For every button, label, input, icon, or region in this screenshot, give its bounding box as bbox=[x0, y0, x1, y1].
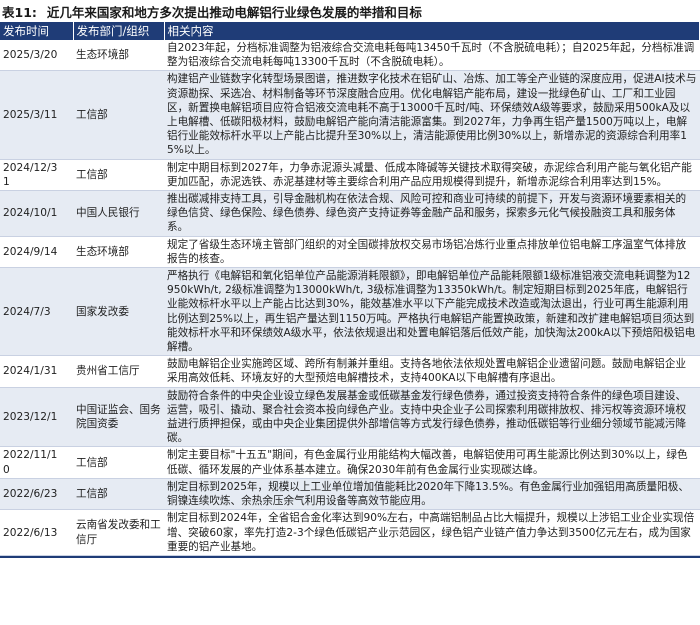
cell-date: 2024/7/3 bbox=[0, 267, 73, 357]
cell-date: 2023/12/1 bbox=[0, 387, 73, 448]
header-content: 相关内容 bbox=[164, 22, 700, 40]
table-row: 2025/3/20 生态环境部 自2023年起，分档标准调整为铝液综合交流电耗每吨1… bbox=[0, 40, 700, 72]
header-dept: 发布部门/组织 bbox=[73, 22, 165, 40]
cell-date: 2024/10/1 bbox=[0, 190, 73, 237]
cell-dept: 工信部 bbox=[73, 478, 164, 511]
cell-content: 自2023年起，分档标准调整为铝液综合交流电耗每吨13450千瓦时（不含脱硫电耗… bbox=[164, 40, 700, 72]
cell-dept: 中国人民银行 bbox=[73, 190, 164, 237]
bottom-rule bbox=[0, 555, 700, 558]
cell-content: 规定了省级生态环境主管部门组织的对全国碳排放权交易市场铝冶炼行业重点排放单位铝电… bbox=[164, 236, 700, 269]
caption-number: 表11: bbox=[2, 4, 37, 20]
cell-date: 2024/9/14 bbox=[0, 236, 73, 269]
cell-content: 鼓励电解铝企业实施跨区域、跨所有制兼并重组。支持各地依法依规处置电解铝企业遗留问… bbox=[164, 355, 700, 388]
policy-table: 发布时间 发布部门/组织 相关内容 2025/3/20 生态环境部 自2023年起，… bbox=[0, 22, 700, 556]
cell-date: 2025/3/20 bbox=[0, 40, 73, 72]
header-date: 发布时间 bbox=[0, 22, 74, 40]
cell-content: 严格执行《电解铝和氧化铝单位产品能源消耗限额》，即电解铝单位产品能耗限额1级标准… bbox=[164, 267, 700, 357]
cell-dept: 国家发改委 bbox=[73, 267, 164, 357]
cell-dept: 工信部 bbox=[73, 446, 164, 479]
cell-content: 构建铝产业链数字化转型场景图谱，推进数字化技术在铝矿山、冶炼、加工等全产业链的深… bbox=[164, 70, 700, 160]
header-row: 发布时间 发布部门/组织 相关内容 bbox=[0, 22, 700, 40]
cell-dept: 贵州省工信厅 bbox=[73, 355, 164, 388]
table-row: 2025/3/11 工信部 构建铝产业链数字化转型场景图谱，推进数字化技术在铝矿山、… bbox=[0, 70, 700, 160]
cell-date: 2024/12/3 1 bbox=[0, 159, 73, 192]
table-body: 2025/3/20 生态环境部 自2023年起，分档标准调整为铝液综合交流电耗每吨1… bbox=[0, 40, 700, 556]
cell-dept: 生态环境部 bbox=[73, 40, 164, 72]
cell-dept: 云南省发改委和工信厅 bbox=[73, 509, 164, 556]
cell-date: 2024/1/31 bbox=[0, 355, 73, 388]
table-row: 2022/11/1 0 工信部 制定主要目标"十五五"期间，有色金属行业用能结构大幅… bbox=[0, 446, 700, 479]
cell-dept: 工信部 bbox=[73, 159, 164, 192]
cell-content: 制定主要目标"十五五"期间，有色金属行业用能结构大幅改善，电解铝使用可再生能源比… bbox=[164, 446, 700, 479]
table-row: 2023/12/1 中国证监会、国务院国资委 鼓励符合条件的中央企业设立绿色发展基金… bbox=[0, 387, 700, 448]
table-row: 2024/1/31 贵州省工信厅 鼓励电解铝企业实施跨区域、跨所有制兼并重组。支持各… bbox=[0, 355, 700, 388]
cell-content: 推出碳减排支持工具，引导金融机构在依法合规、风险可控和商业可持续的前提下，开发与… bbox=[164, 190, 700, 237]
table-caption: 表11: 近几年来国家和地方多次提出推动电解铝行业绿色发展的举措和目标 bbox=[0, 0, 700, 22]
cell-content: 制定目标到2024年，全省铝合金化率达到90%左右，中高端铝制品占比大幅提升，规… bbox=[164, 509, 700, 556]
cell-dept: 生态环境部 bbox=[73, 236, 164, 269]
cell-dept: 中国证监会、国务院国资委 bbox=[73, 387, 164, 448]
table-row: 2024/7/3 国家发改委 严格执行《电解铝和氧化铝单位产品能源消耗限额》，即电解… bbox=[0, 267, 700, 357]
cell-content: 鼓励符合条件的中央企业设立绿色发展基金或低碳基金发行绿色债券，通过投资支持符合条… bbox=[164, 387, 700, 448]
cell-content: 制定目标到2025年，规模以上工业单位增加值能耗比2020年下降13.5%。有色… bbox=[164, 478, 700, 511]
cell-date: 2022/6/13 bbox=[0, 509, 73, 556]
cell-date: 2022/11/1 0 bbox=[0, 446, 73, 479]
cell-dept: 工信部 bbox=[73, 70, 164, 160]
table-row: 2024/12/3 1 工信部 制定中期目标到2027年，力争赤泥源头减量、低成本降… bbox=[0, 159, 700, 192]
caption-text: 近几年来国家和地方多次提出推动电解铝行业绿色发展的举措和目标 bbox=[46, 4, 422, 20]
cell-date: 2022/6/23 bbox=[0, 478, 73, 511]
cell-date: 2025/3/11 bbox=[0, 70, 73, 160]
table-row: 2024/9/14 生态环境部 规定了省级生态环境主管部门组织的对全国碳排放权交易市… bbox=[0, 236, 700, 269]
table-row: 2022/6/13 云南省发改委和工信厅 制定目标到2024年，全省铝合金化率达到9… bbox=[0, 509, 700, 556]
table-row: 2022/6/23 工信部 制定目标到2025年，规模以上工业单位增加值能耗比202… bbox=[0, 478, 700, 511]
table-row: 2024/10/1 中国人民银行 推出碳减排支持工具，引导金融机构在依法合规、风险可… bbox=[0, 190, 700, 237]
cell-content: 制定中期目标到2027年，力争赤泥源头减量、低成本降碱等关键技术取得突破，赤泥综… bbox=[164, 159, 700, 192]
